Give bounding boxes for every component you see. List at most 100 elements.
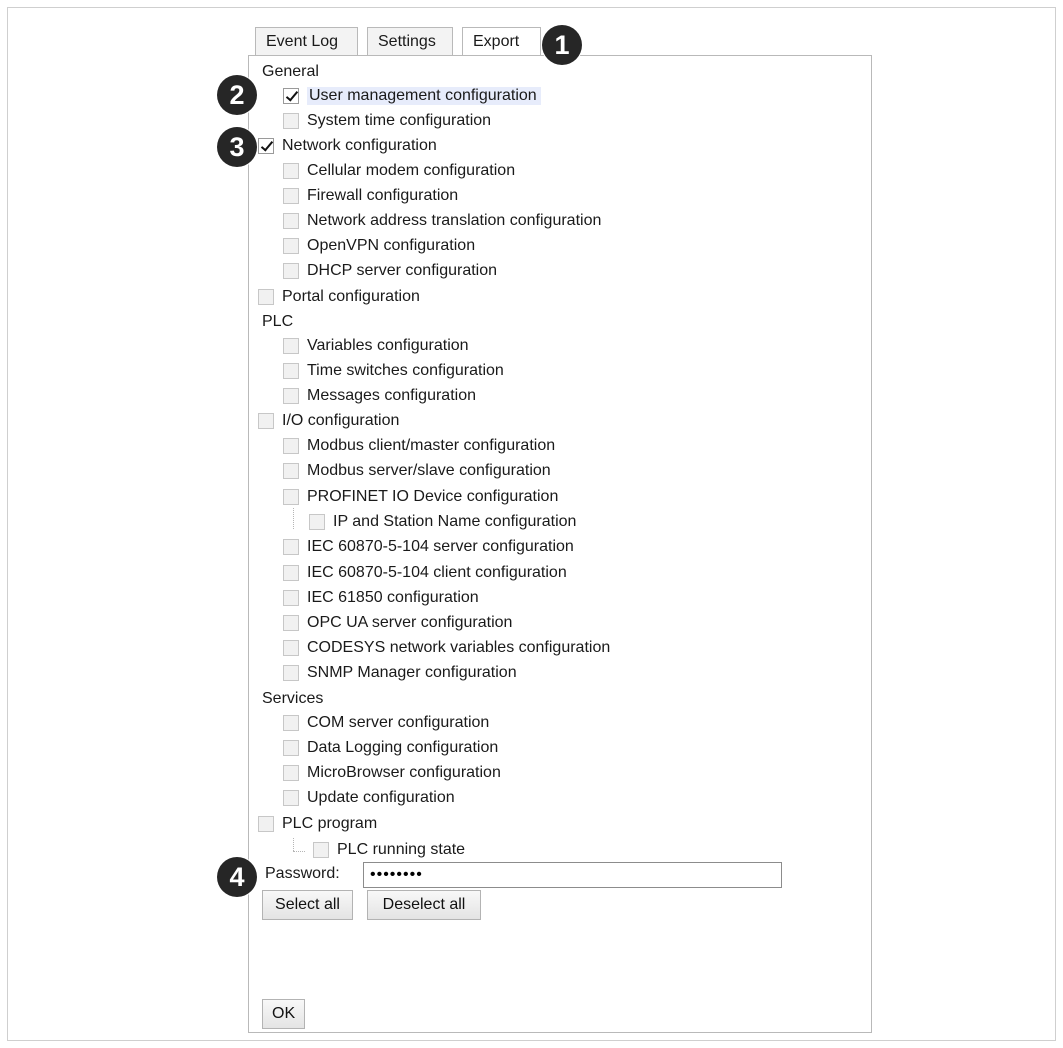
checkbox[interactable] <box>313 842 329 858</box>
checkbox[interactable] <box>283 489 299 505</box>
checkbox[interactable] <box>258 289 274 305</box>
group-plc-label: PLC <box>262 313 294 330</box>
option-label: PLC program <box>282 815 378 832</box>
checkbox[interactable] <box>283 163 299 179</box>
option-system-time[interactable]: System time configuration <box>283 110 491 132</box>
option-plc-program[interactable]: PLC program <box>258 813 377 835</box>
group-services-label: Services <box>262 690 324 707</box>
option-iec104-server[interactable]: IEC 60870-5-104 server configuration <box>283 536 574 558</box>
option-data-logging[interactable]: Data Logging configuration <box>283 737 498 759</box>
ok-button[interactable]: OK <box>262 999 305 1029</box>
option-modbus-server[interactable]: Modbus server/slave configuration <box>283 460 551 482</box>
option-firewall[interactable]: Firewall configuration <box>283 185 458 207</box>
option-label: Network address translation configuratio… <box>307 212 602 229</box>
callout-marker: 2 <box>217 75 257 115</box>
option-label: DHCP server configuration <box>307 262 498 279</box>
option-label: Cellular modem configuration <box>307 162 516 179</box>
option-label: System time configuration <box>307 112 492 129</box>
option-profinet[interactable]: PROFINET IO Device configuration <box>283 486 558 508</box>
option-microbrowser[interactable]: MicroBrowser configuration <box>283 762 501 784</box>
checkbox[interactable] <box>283 388 299 404</box>
option-label: IP and Station Name configuration <box>333 513 577 530</box>
checkbox[interactable] <box>283 765 299 781</box>
option-messages[interactable]: Messages configuration <box>283 385 476 407</box>
option-label: IEC 60870-5-104 client configuration <box>307 564 567 581</box>
checkbox[interactable] <box>309 514 325 530</box>
option-label: Time switches configuration <box>307 362 504 379</box>
checkbox[interactable] <box>258 816 274 832</box>
option-label: Modbus client/master configuration <box>307 437 556 454</box>
tab-settings[interactable]: Settings <box>367 27 453 55</box>
option-label: Modbus server/slave configuration <box>307 462 551 479</box>
tree-guide-line <box>293 508 294 529</box>
callout-marker: 1 <box>542 25 582 65</box>
option-label: PROFINET IO Device configuration <box>307 488 559 505</box>
option-label: MicroBrowser configuration <box>307 764 501 781</box>
option-user-management[interactable]: User management configuration <box>283 85 541 107</box>
option-time-switches[interactable]: Time switches configuration <box>283 360 504 382</box>
checkbox[interactable] <box>283 88 299 104</box>
select-all-button[interactable]: Select all <box>262 890 353 920</box>
checkbox[interactable] <box>283 438 299 454</box>
option-label: User management configuration <box>307 87 541 105</box>
option-iec61850[interactable]: IEC 61850 configuration <box>283 587 479 609</box>
option-snmp[interactable]: SNMP Manager configuration <box>283 662 517 684</box>
option-ip-station-name[interactable]: IP and Station Name configuration <box>309 511 576 533</box>
option-modbus-client[interactable]: Modbus client/master configuration <box>283 435 555 457</box>
group-general-label: General <box>262 63 319 80</box>
tab-event-log[interactable]: Event Log <box>255 27 358 55</box>
checkbox[interactable] <box>283 238 299 254</box>
option-label: CODESYS network variables configuration <box>307 639 611 656</box>
option-opcua[interactable]: OPC UA server configuration <box>283 612 512 634</box>
option-io[interactable]: I/O configuration <box>258 410 399 432</box>
checkbox[interactable] <box>283 463 299 479</box>
checkbox[interactable] <box>283 740 299 756</box>
checkbox[interactable] <box>283 188 299 204</box>
option-label: Portal configuration <box>282 288 420 305</box>
callout-marker: 3 <box>217 127 257 167</box>
checkbox[interactable] <box>283 539 299 555</box>
option-iec104-client[interactable]: IEC 60870-5-104 client configuration <box>283 562 567 584</box>
option-variables[interactable]: Variables configuration <box>283 335 469 357</box>
option-portal[interactable]: Portal configuration <box>258 286 420 308</box>
checkbox[interactable] <box>283 590 299 606</box>
option-update[interactable]: Update configuration <box>283 787 455 809</box>
checkbox[interactable] <box>283 338 299 354</box>
checkbox[interactable] <box>283 665 299 681</box>
option-codesys[interactable]: CODESYS network variables configuration <box>283 637 610 659</box>
option-cellular[interactable]: Cellular modem configuration <box>283 160 515 182</box>
checkbox[interactable] <box>283 263 299 279</box>
option-openvpn[interactable]: OpenVPN configuration <box>283 235 475 257</box>
option-label: Variables configuration <box>307 337 469 354</box>
option-label: OpenVPN configuration <box>307 237 476 254</box>
option-label: Messages configuration <box>307 387 476 404</box>
option-label: Update configuration <box>307 789 455 806</box>
option-label: OPC UA server configuration <box>307 614 513 631</box>
option-label: PLC running state <box>337 841 466 858</box>
option-nat[interactable]: Network address translation configuratio… <box>283 210 601 232</box>
checkbox[interactable] <box>258 413 274 429</box>
option-plc-running-state[interactable]: PLC running state <box>313 839 465 861</box>
tree-guide-line <box>293 851 305 852</box>
option-dhcp[interactable]: DHCP server configuration <box>283 260 497 282</box>
option-label: Data Logging configuration <box>307 739 499 756</box>
checkbox[interactable] <box>283 790 299 806</box>
checkbox[interactable] <box>283 565 299 581</box>
option-com-server[interactable]: COM server configuration <box>283 712 489 734</box>
option-label: Network configuration <box>282 137 437 154</box>
option-label: Firewall configuration <box>307 187 459 204</box>
checkbox[interactable] <box>283 615 299 631</box>
option-label: COM server configuration <box>307 714 490 731</box>
deselect-all-button[interactable]: Deselect all <box>367 890 481 920</box>
checkbox[interactable] <box>283 213 299 229</box>
checkbox[interactable] <box>258 138 274 154</box>
checkbox[interactable] <box>283 640 299 656</box>
option-label: IEC 60870-5-104 server configuration <box>307 538 574 555</box>
tab-export[interactable]: Export <box>462 27 541 56</box>
option-network[interactable]: Network configuration <box>258 135 437 157</box>
checkbox[interactable] <box>283 113 299 129</box>
checkbox[interactable] <box>283 715 299 731</box>
password-field[interactable] <box>363 862 782 888</box>
checkbox[interactable] <box>283 363 299 379</box>
option-label: I/O configuration <box>282 412 400 429</box>
